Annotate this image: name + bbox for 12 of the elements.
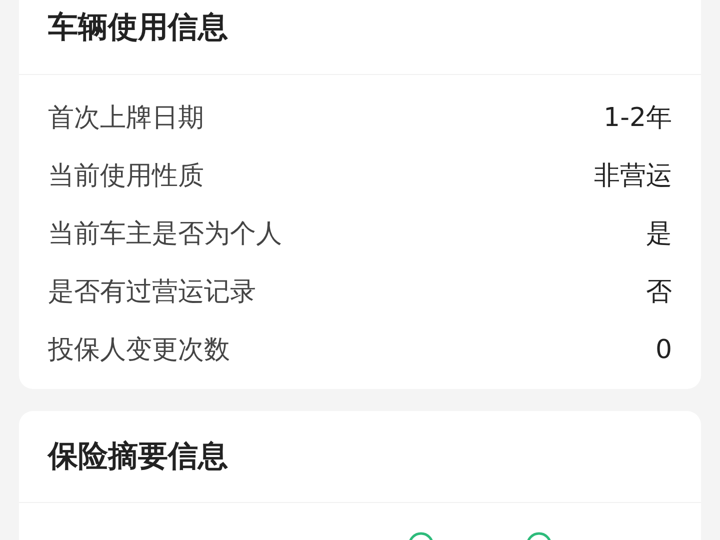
row-label: 当前车主是否为个人 (48, 218, 282, 250)
row-value: 否 (646, 276, 672, 308)
card-title: 保险摘要信息 (48, 439, 228, 474)
row-value: 0 (655, 334, 672, 366)
row-value: 是 (646, 218, 672, 250)
row-label: 当前使用性质 (48, 160, 204, 192)
card-title: 车辆使用信息 (48, 10, 228, 45)
row-label: 首次上牌日期 (48, 102, 204, 134)
row-value: 1-2年 (604, 102, 672, 134)
row-label: 是否有过营运记录 (48, 276, 256, 308)
row-value: 非营运 (594, 160, 672, 192)
row-label: 投保人变更次数 (48, 334, 230, 366)
